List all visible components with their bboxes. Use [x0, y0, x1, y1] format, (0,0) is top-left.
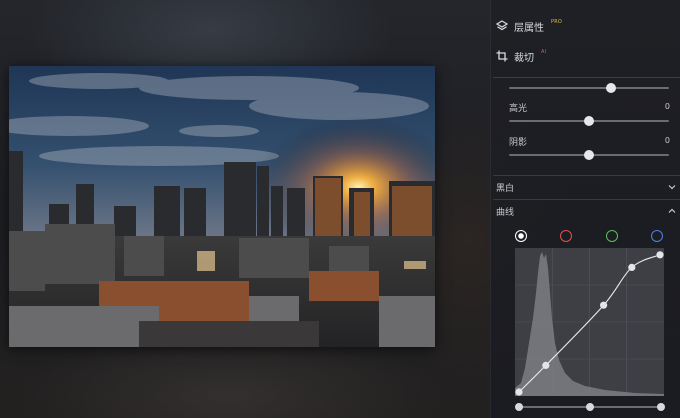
slider-knob[interactable] — [606, 83, 617, 93]
shadows-value: 0 — [664, 136, 670, 145]
black-white-label: 黑白 — [496, 183, 515, 194]
curve-point[interactable] — [656, 251, 664, 259]
white-point-handle[interactable] — [657, 403, 665, 411]
chevron-up-icon[interactable] — [668, 207, 676, 215]
slider-track — [509, 87, 669, 89]
chevron-down-icon[interactable] — [668, 183, 676, 191]
curve-graph[interactable] — [515, 248, 664, 396]
highlights-slider[interactable] — [509, 116, 669, 126]
crop-icon — [496, 50, 508, 62]
highlights-value: 0 — [664, 102, 670, 111]
midpoint-handle[interactable] — [586, 403, 594, 411]
rgb-channel-button[interactable] — [515, 230, 527, 242]
shadows-label: 阴影 — [509, 138, 528, 148]
black-point-handle[interactable] — [515, 403, 523, 411]
ai-badge: AI — [541, 49, 547, 55]
curve-point[interactable] — [515, 388, 523, 396]
blue-channel-button[interactable] — [651, 230, 663, 242]
photo-canvas[interactable] — [9, 66, 435, 347]
curve-point[interactable] — [542, 361, 550, 369]
red-channel-button[interactable] — [560, 230, 572, 242]
panel-divider — [490, 0, 491, 418]
layer-properties-label: 层属性 — [514, 22, 544, 34]
green-channel-button[interactable] — [606, 230, 618, 242]
top-adjust-slider[interactable] — [509, 83, 669, 93]
slider-knob[interactable] — [584, 116, 594, 126]
divider — [493, 175, 680, 176]
curves-label: 曲线 — [496, 207, 515, 218]
curve-editor[interactable] — [515, 248, 664, 396]
pro-badge: PRO — [551, 19, 563, 25]
crop-label: 裁切 — [514, 52, 534, 64]
curves-section[interactable]: 曲线 — [496, 202, 680, 220]
curve-point[interactable] — [600, 301, 608, 309]
shadows-slider[interactable] — [509, 150, 669, 160]
layers-icon — [496, 20, 508, 32]
slider-knob[interactable] — [584, 150, 594, 160]
crop-item[interactable]: 裁切 AI — [496, 48, 546, 64]
highlights-label: 高光 — [509, 104, 528, 114]
divider — [493, 199, 680, 200]
divider — [493, 77, 680, 78]
curve-point[interactable] — [628, 263, 636, 271]
layer-properties-item[interactable]: 层属性 PRO — [496, 18, 562, 34]
black-white-section[interactable]: 黑白 — [496, 178, 680, 196]
